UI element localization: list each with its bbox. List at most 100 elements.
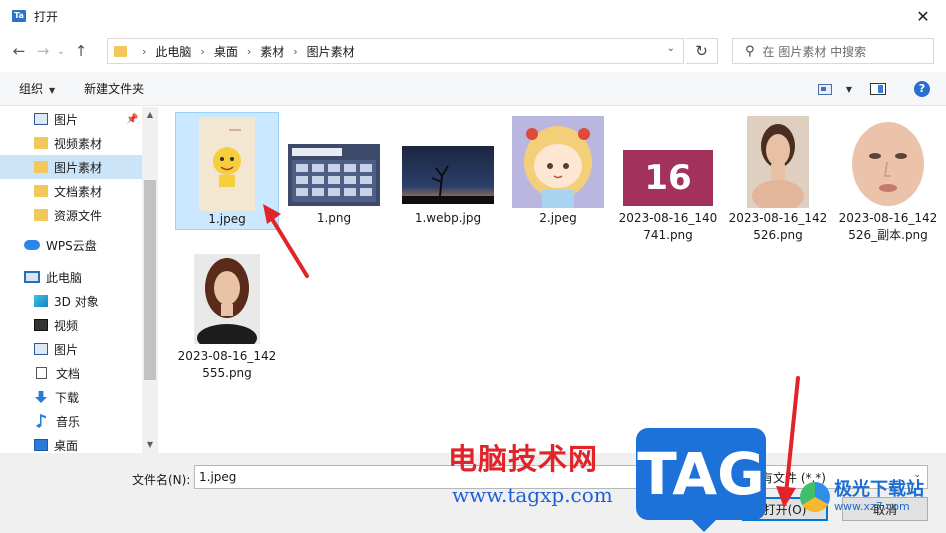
sidebar-item-label: 文档素材 (54, 184, 103, 199)
refresh-icon[interactable]: ↻ (686, 38, 718, 64)
sidebar-item-3d-objects[interactable]: 3D 对象 (0, 289, 142, 313)
scroll-down-icon[interactable]: ▼ (142, 440, 158, 449)
chevron-right-icon[interactable]: › (142, 45, 146, 58)
picture-icon (34, 113, 48, 125)
view-caret-down-icon[interactable]: ▼ (846, 85, 852, 94)
sidebar-item-label: 文档 (56, 366, 81, 381)
sidebar-item-label: 下载 (55, 390, 80, 405)
chevron-right-icon[interactable]: › (247, 45, 251, 58)
file-thumbnail (843, 116, 933, 208)
file-name: 1.webp.jpg (414, 211, 482, 225)
watermark-site-name: 电脑技术网 (448, 442, 599, 476)
sidebar-item-image-materials[interactable]: 图片素材 (0, 155, 142, 179)
chevron-right-icon[interactable]: › (293, 45, 297, 58)
caret-down-icon: ▼ (49, 86, 56, 95)
sidebar-item-label: 视频素材 (54, 136, 103, 151)
sidebar-item-downloads[interactable]: 下载 (0, 385, 142, 409)
sidebar-item-label: 图片 (54, 112, 79, 127)
file-name: 2023-08-16_142 (177, 349, 277, 363)
search-placeholder: 在 图片素材 中搜索 (762, 44, 867, 59)
sidebar-item-label: 资源文件 (54, 208, 103, 223)
file-item[interactable]: 2023-08-16_142 526_副本.png (836, 112, 940, 248)
sidebar-item-label: WPS云盘 (46, 238, 97, 253)
file-thumbnail (747, 116, 809, 208)
file-list: 1.jpeg 1.png 1.webp.jpg 2.jpeg 16 2023-0… (160, 107, 946, 453)
organize-label: 组织 (19, 82, 44, 96)
help-icon[interactable]: ? (914, 81, 930, 97)
folder-icon (34, 137, 48, 149)
sidebar-item-videos[interactable]: 视频 (0, 313, 142, 337)
breadcrumb-image-materials[interactable]: 图片素材 (307, 43, 355, 60)
sidebar-item-video-materials[interactable]: 视频素材 (0, 131, 142, 155)
annotation-arrow (263, 204, 309, 278)
folder-icon (34, 209, 48, 221)
computer-icon (24, 271, 40, 283)
search-input[interactable]: ⚲ 在 图片素材 中搜索 (732, 38, 934, 64)
app-icon: Ta (12, 10, 26, 22)
breadcrumb-this-pc[interactable]: 此电脑 (155, 43, 191, 60)
file-item[interactable]: 1.webp.jpg (396, 112, 500, 230)
sidebar-item-resource-files[interactable]: 资源文件 (0, 203, 142, 227)
navigation-pane: 图片 📌 视频素材 图片素材 文档素材 资源文件 WPS云盘 此电脑 3D 对象… (0, 107, 158, 453)
command-bar: 组织 ▼ 新建文件夹 ▼ ? (0, 72, 946, 106)
folder-icon (114, 45, 127, 57)
up-arrow-icon[interactable]: ↑ (70, 40, 92, 62)
search-icon: ⚲ (745, 43, 755, 59)
sidebar-item-wps-cloud[interactable]: WPS云盘 (0, 233, 142, 257)
scroll-up-icon[interactable]: ▲ (142, 110, 158, 119)
file-name-line2: 741.png (643, 228, 693, 242)
sidebar-item-label: 此电脑 (46, 270, 83, 285)
back-arrow-icon[interactable]: ← (8, 40, 30, 62)
3d-objects-icon (34, 295, 48, 307)
new-folder-button[interactable]: 新建文件夹 (84, 80, 144, 97)
file-item[interactable]: 16 2023-08-16_140 741.png (616, 112, 720, 248)
file-name-line2: 555.png (202, 366, 252, 380)
document-icon (36, 367, 47, 379)
brand-logo-icon (800, 481, 830, 512)
sidebar-item-document-materials[interactable]: 文档素材 (0, 179, 142, 203)
sidebar-item-label: 3D 对象 (54, 294, 99, 309)
file-thumbnail (199, 117, 255, 211)
sidebar-item-label: 图片素材 (54, 160, 103, 175)
sidebar-item-desktop[interactable]: 桌面 (0, 433, 142, 453)
chevron-down-icon[interactable]: ⌄ (667, 43, 675, 54)
sidebar-item-label: 音乐 (56, 414, 81, 429)
file-item[interactable]: 2023-08-16_142 526.png (726, 112, 830, 248)
music-icon (36, 414, 46, 428)
address-bar[interactable]: › 此电脑 › 桌面 › 素材 › 图片素材 ⌄ (107, 38, 684, 64)
filename-label: 文件名(N): (132, 473, 191, 487)
cloud-icon (24, 240, 40, 250)
watermark-tag-logo: TAG (636, 428, 766, 532)
view-mode-icon[interactable] (817, 83, 832, 95)
file-item[interactable]: 2.jpeg (506, 112, 610, 230)
sidebar-item-label: 桌面 (54, 438, 79, 453)
file-thumbnail (194, 254, 260, 344)
preview-pane-icon[interactable] (870, 83, 886, 95)
sidebar-item-this-pc[interactable]: 此电脑 (0, 265, 142, 289)
file-thumbnail (512, 116, 604, 208)
file-name: 2023-08-16_140 (618, 211, 718, 225)
breadcrumb-materials[interactable]: 素材 (260, 43, 284, 60)
title-bar: Ta 打开 ✕ (0, 0, 946, 32)
file-name: 2023-08-16_142 (838, 211, 938, 225)
file-name-line2: 526_副本.png (848, 228, 928, 242)
organize-button[interactable]: 组织 ▼ (19, 80, 55, 97)
sidebar-item-pictures-quick[interactable]: 图片 📌 (0, 107, 142, 131)
file-thumbnail (402, 146, 494, 204)
sidebar-scrollbar-thumb[interactable] (144, 180, 156, 380)
close-button[interactable]: ✕ (900, 0, 946, 32)
forward-arrow-icon[interactable]: → (32, 40, 54, 62)
sidebar-item-documents[interactable]: 文档 (0, 361, 142, 385)
window-title: 打开 (34, 9, 59, 24)
folder-icon (34, 185, 48, 197)
picture-icon (34, 343, 48, 355)
chevron-right-icon[interactable]: › (200, 45, 204, 58)
sidebar-item-music[interactable]: 音乐 (0, 409, 142, 433)
pin-icon: 📌 (126, 113, 139, 125)
breadcrumb-desktop[interactable]: 桌面 (214, 43, 238, 60)
sidebar-item-pictures[interactable]: 图片 (0, 337, 142, 361)
brand-url: www.xz7.com (834, 500, 910, 513)
file-name: 2.jpeg (539, 211, 577, 225)
file-thumbnail: 16 (623, 150, 713, 206)
recent-locations-chevron-icon[interactable]: ⌄ (54, 40, 68, 62)
